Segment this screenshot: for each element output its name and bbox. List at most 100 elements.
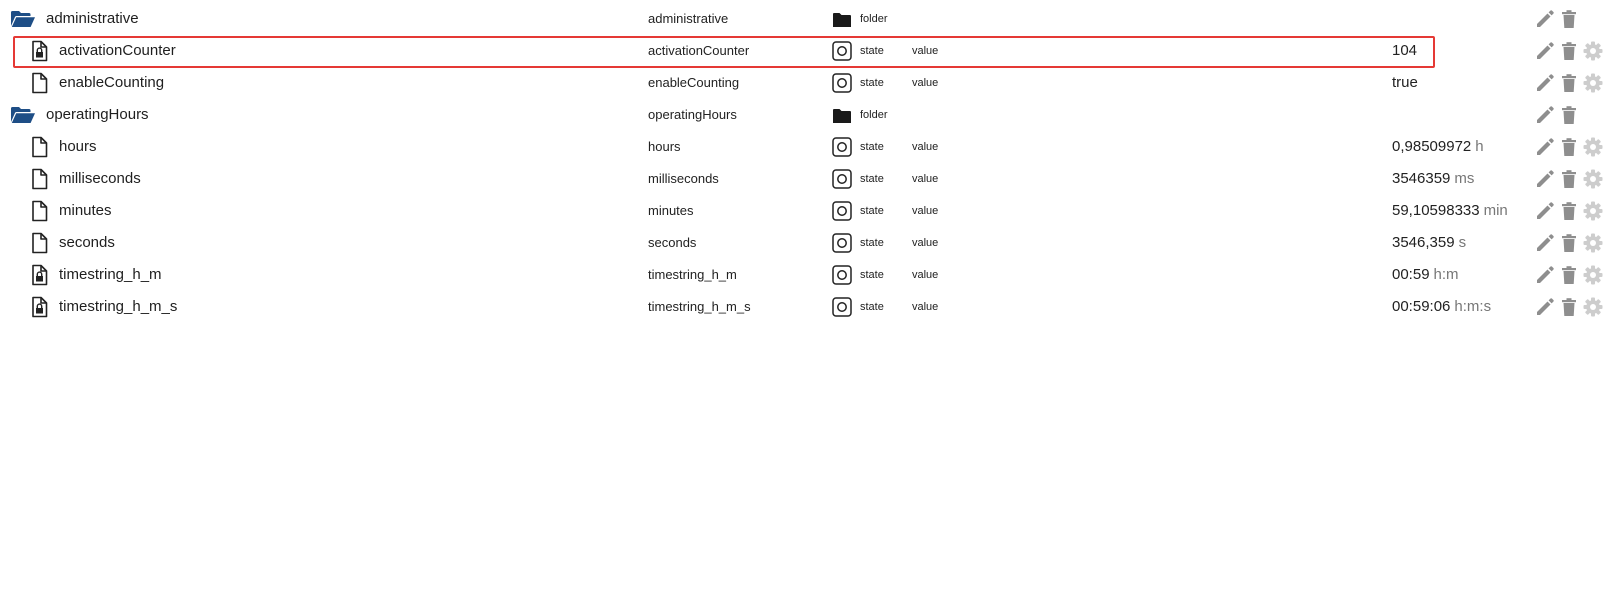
- object-name: milliseconds: [59, 170, 141, 187]
- state-icon: [832, 137, 852, 157]
- object-value[interactable]: 00:59:06 h:m:s: [1392, 298, 1491, 315]
- delete-button[interactable]: [1558, 136, 1580, 158]
- object-column-name: activationCounter: [648, 43, 750, 58]
- gear-icon: [1582, 73, 1604, 98]
- object-column-name: timestring_h_m_s: [648, 299, 751, 314]
- object-column-name: operatingHours: [648, 107, 737, 122]
- folder-open-icon[interactable]: [10, 106, 36, 124]
- pencil-icon: [1534, 10, 1556, 34]
- trash-icon: [1558, 298, 1580, 322]
- delete-button[interactable]: [1558, 8, 1580, 30]
- object-value[interactable]: true: [1392, 74, 1418, 91]
- delete-button[interactable]: [1558, 232, 1580, 254]
- edit-button[interactable]: [1534, 232, 1556, 254]
- trash-icon: [1558, 10, 1580, 34]
- trash-icon: [1558, 202, 1580, 226]
- object-value[interactable]: 59,10598333 min: [1392, 202, 1508, 219]
- locked-file-icon: [28, 296, 50, 318]
- edit-button[interactable]: [1534, 200, 1556, 222]
- value-text: 3546359: [1392, 170, 1451, 187]
- object-type: state: [860, 173, 884, 185]
- object-column-name: seconds: [648, 235, 697, 250]
- settings-button[interactable]: [1582, 200, 1604, 222]
- object-role: value: [912, 173, 939, 185]
- edit-button[interactable]: [1534, 136, 1556, 158]
- edit-button[interactable]: [1534, 40, 1556, 62]
- settings-button[interactable]: [1582, 232, 1604, 254]
- object-type: state: [860, 237, 884, 249]
- state-icon: [832, 265, 852, 285]
- tree-row[interactable]: enableCounting enableCounting state value tr…: [0, 67, 1610, 99]
- edit-button[interactable]: [1534, 264, 1556, 286]
- edit-button[interactable]: [1534, 296, 1556, 318]
- delete-button[interactable]: [1558, 264, 1580, 286]
- object-type: state: [860, 269, 884, 281]
- tree-folder-row[interactable]: operatingHours operatingHours folder: [0, 99, 1610, 131]
- object-column-name: timestring_h_m: [648, 267, 737, 282]
- gear-icon: [1582, 169, 1604, 194]
- gear-icon: [1582, 201, 1604, 226]
- trash-icon: [1558, 170, 1580, 194]
- object-type: state: [860, 141, 884, 153]
- tree-row[interactable]: milliseconds milliseconds state value 354635…: [0, 163, 1610, 195]
- state-icon: [832, 297, 852, 317]
- edit-button[interactable]: [1534, 168, 1556, 190]
- state-icon: [832, 169, 852, 189]
- pencil-icon: [1534, 234, 1556, 258]
- object-role: value: [912, 45, 939, 57]
- object-value[interactable]: 104: [1392, 42, 1417, 59]
- delete-button[interactable]: [1558, 296, 1580, 318]
- object-type: state: [860, 77, 884, 89]
- state-icon: [832, 233, 852, 253]
- edit-button[interactable]: [1534, 104, 1556, 126]
- tree-row[interactable]: timestring_h_m timestring_h_m state value 00…: [0, 259, 1610, 291]
- delete-button[interactable]: [1558, 40, 1580, 62]
- tree-row[interactable]: timestring_h_m_s timestring_h_m_s state val…: [0, 291, 1610, 323]
- object-name: hours: [59, 138, 97, 155]
- object-role: value: [912, 269, 939, 281]
- state-icon: [832, 41, 852, 61]
- file-icon: [28, 200, 50, 222]
- object-value[interactable]: 3546,359 s: [1392, 234, 1466, 251]
- value-unit: s: [1458, 234, 1467, 251]
- object-column-name: enableCounting: [648, 75, 740, 90]
- pencil-icon: [1534, 202, 1556, 226]
- settings-button[interactable]: [1582, 40, 1604, 62]
- tree-row[interactable]: activationCounter activationCounter state v…: [0, 35, 1610, 68]
- object-role: value: [912, 141, 939, 153]
- value-text: 104: [1392, 42, 1418, 59]
- gear-icon: [1582, 41, 1604, 66]
- delete-button[interactable]: [1558, 72, 1580, 94]
- tree-row[interactable]: seconds seconds state value 3546,359 s: [0, 227, 1610, 259]
- settings-button[interactable]: [1582, 264, 1604, 286]
- object-name: operatingHours: [46, 106, 149, 123]
- file-icon: [28, 72, 50, 94]
- tree-row[interactable]: hours hours state value 0,98509972 h: [0, 131, 1610, 163]
- folder-open-icon[interactable]: [10, 10, 36, 28]
- value-unit: h: [1475, 138, 1484, 155]
- settings-button[interactable]: [1582, 296, 1604, 318]
- pencil-icon: [1534, 266, 1556, 290]
- tree-folder-row[interactable]: administrative administrative folder: [0, 3, 1610, 35]
- settings-button[interactable]: [1582, 168, 1604, 190]
- state-icon: [832, 201, 852, 221]
- object-value[interactable]: 0,98509972 h: [1392, 138, 1484, 155]
- settings-button[interactable]: [1582, 72, 1604, 94]
- trash-icon: [1558, 266, 1580, 290]
- delete-button[interactable]: [1558, 200, 1580, 222]
- edit-button[interactable]: [1534, 72, 1556, 94]
- locked-file-icon: [28, 264, 50, 286]
- object-name: seconds: [59, 234, 115, 251]
- trash-icon: [1558, 138, 1580, 162]
- object-name: minutes: [59, 202, 112, 219]
- object-value[interactable]: 3546359 ms: [1392, 170, 1474, 187]
- trash-icon: [1558, 42, 1580, 66]
- pencil-icon: [1534, 298, 1556, 322]
- settings-button[interactable]: [1582, 136, 1604, 158]
- delete-button[interactable]: [1558, 104, 1580, 126]
- delete-button[interactable]: [1558, 168, 1580, 190]
- edit-button[interactable]: [1534, 8, 1556, 30]
- object-value[interactable]: 00:59 h:m: [1392, 266, 1459, 283]
- trash-icon: [1558, 106, 1580, 130]
- tree-row[interactable]: minutes minutes state value 59,10598333 min: [0, 195, 1610, 227]
